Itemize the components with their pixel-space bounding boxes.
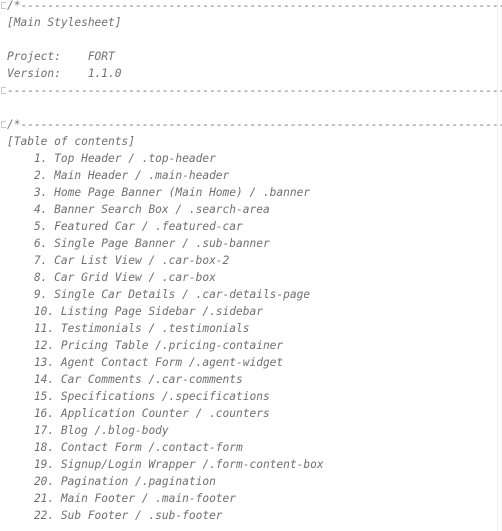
toc-item: 11. Testimonials / .testimonials <box>7 322 250 335</box>
toc-item: 19. Signup/Login Wrapper /.form-content-… <box>7 458 324 471</box>
toc-item: 20. Pagination /.pagination <box>7 475 216 488</box>
toc-item: 4. Banner Search Box / .search-area <box>7 203 270 216</box>
toc-item: 9. Single Car Details / .car-details-pag… <box>7 288 311 301</box>
toc-item: 3. Home Page Banner (Main Home) / .banne… <box>7 186 311 199</box>
fold-marker-icon[interactable] <box>1 121 6 128</box>
toc-item: 5. Featured Car / .featured-car <box>7 220 243 233</box>
toc-item: 7. Car List View / .car-box-2 <box>7 254 230 267</box>
version-line: Version: 1.1.0 <box>7 67 122 80</box>
toc-item: 18. Contact Form /.contact-form <box>7 441 243 454</box>
toc-item: 13. Agent Contact Form /.agent-widget <box>7 356 284 369</box>
code-area[interactable]: /*--------------------------------------… <box>0 0 502 531</box>
code-editor[interactable]: /*--------------------------------------… <box>0 0 502 531</box>
toc-item: 1. Top Header / .top-header <box>7 152 216 165</box>
comment-open-line: /*--------------------------------------… <box>7 0 502 12</box>
toc-item: 21. Main Footer / .main-footer <box>7 492 237 505</box>
toc-open-line: /*--------------------------------------… <box>7 118 502 131</box>
toc-item: 16. Application Counter / .counters <box>7 407 270 420</box>
toc-item: 15. Specifications /.specifications <box>7 390 270 403</box>
fold-marker-icon[interactable] <box>1 2 6 9</box>
toc-item: 8. Car Grid View / .car-box <box>7 271 216 284</box>
toc-item: 10. Listing Page Sidebar /.sidebar <box>7 305 263 318</box>
toc-item: 17. Blog /.blog-body <box>7 424 169 437</box>
comment-close-line: ----------------------------------------… <box>7 84 502 97</box>
stylesheet-title: [Main Stylesheet] <box>7 16 122 29</box>
toc-item: 6. Single Page Banner / .sub-banner <box>7 237 270 250</box>
toc-title: [Table of contents] <box>7 135 135 148</box>
toc-item: 2. Main Header / .main-header <box>7 169 230 182</box>
toc-item: 22. Sub Footer / .sub-footer <box>7 509 223 522</box>
project-line: Project: FORT <box>7 50 115 63</box>
toc-item: 12. Pricing Table /.pricing-container <box>7 339 284 352</box>
fold-marker-icon[interactable] <box>1 87 6 94</box>
toc-item: 14. Car Comments /.car-comments <box>7 373 243 386</box>
